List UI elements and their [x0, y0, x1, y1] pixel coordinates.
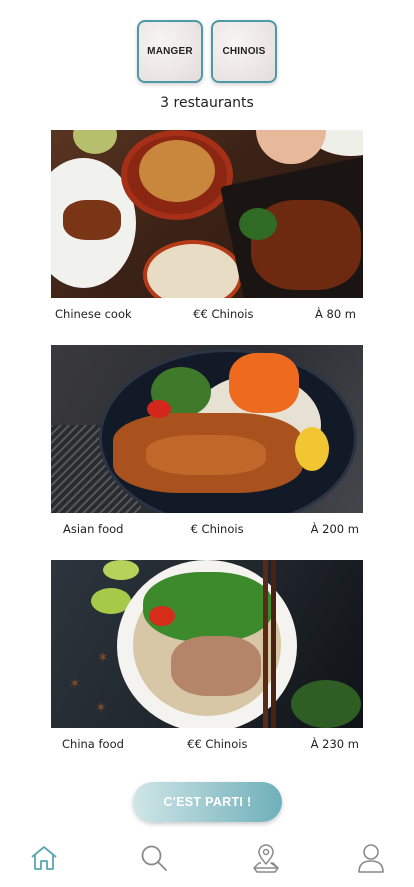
map-pin-icon — [253, 844, 279, 873]
restaurant-info: Chinese cook €€ Chinois À 80 m — [51, 298, 363, 321]
user-icon — [358, 844, 384, 873]
restaurant-card[interactable]: Asian food € Chinois À 200 m — [51, 345, 363, 536]
restaurant-price-category: €€ Chinois — [187, 737, 248, 751]
filter-chip-label: CHINOIS — [222, 46, 266, 57]
restaurant-info: Asian food € Chinois À 200 m — [51, 513, 363, 536]
restaurant-distance: À 200 m — [310, 522, 359, 536]
nav-profile[interactable] — [351, 838, 391, 878]
restaurant-photo — [51, 345, 363, 513]
filter-bar: MANGER CHINOIS — [0, 20, 414, 83]
filter-chip-label: MANGER — [147, 46, 193, 57]
restaurant-price-category: € Chinois — [190, 522, 244, 536]
restaurant-info: China food €€ Chinois À 230 m — [51, 728, 363, 751]
bottom-nav — [0, 838, 414, 878]
search-icon — [141, 845, 167, 871]
restaurant-distance: À 230 m — [310, 737, 359, 751]
restaurant-name: Asian food — [63, 522, 124, 536]
restaurant-card[interactable]: Chinese cook €€ Chinois À 80 m — [51, 130, 363, 321]
restaurant-name: Chinese cook — [55, 307, 132, 321]
nav-map[interactable] — [246, 838, 286, 878]
restaurant-name: China food — [62, 737, 124, 751]
results-count: 3 restaurants — [160, 95, 254, 111]
restaurant-photo: ✶ ✶ ✶ — [51, 560, 363, 728]
filter-chip-chinois[interactable]: CHINOIS — [211, 20, 277, 83]
restaurant-photo — [51, 130, 363, 298]
restaurant-price-category: €€ Chinois — [193, 307, 254, 321]
nav-home[interactable] — [24, 838, 64, 878]
nav-search[interactable] — [134, 838, 174, 878]
start-button-label: C'EST PARTI ! — [163, 795, 252, 809]
start-button[interactable]: C'EST PARTI ! — [133, 782, 282, 822]
home-icon — [31, 846, 57, 870]
restaurant-distance: À 80 m — [314, 307, 356, 321]
restaurant-card[interactable]: ✶ ✶ ✶ China food €€ Chinois À 230 m — [51, 560, 363, 751]
filter-chip-manger[interactable]: MANGER — [137, 20, 203, 83]
